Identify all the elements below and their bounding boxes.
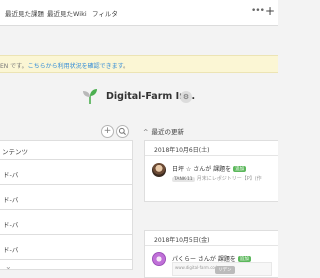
sprout-logo-icon [83,89,97,104]
search-glyph [118,127,126,135]
gear-icon[interactable]: ⚙ [180,91,192,103]
activity-detail[interactable]: TANK-11 月末にレポジトリー【P】(作 [172,175,262,182]
notice-suffix: 。 [123,63,130,70]
activity-user-line: 日坪 ☆ さんが 課題を [172,166,232,173]
activity-card: 2018年10月6日(土) 日坪 ☆ さんが 課題を 追加 TANK-11 月末にレ… [144,140,278,202]
notice-text: EN です。こちらから利用状況を確認できます。 [0,61,129,70]
issue-key-tag: TANK-11 [172,177,195,182]
activity-detail-text: 月末にレポジトリー【P】(作 [196,176,262,182]
plus-icon[interactable]: + [265,4,275,18]
recent-updates-title[interactable]: ^ 最近の更新 [143,126,184,136]
more-dots-icon[interactable]: ••• [251,6,265,16]
notice-prefix: EN です。 [0,63,28,70]
avatar[interactable] [152,163,166,177]
activity-date: 2018年10月6日(土) [145,141,278,156]
content-panel: ンテンツ ド-バ ド-バ ド-バ ド-バ [0,140,133,270]
tab-recent-wiki[interactable]: 最近見たWiki [47,8,87,18]
top-nav: 最近見た課題 最近見たWiki フィルタ ••• + [0,0,278,26]
attachment-thumbnail[interactable]: www.digital-farm.co.jp リデン [172,262,272,276]
search-icon[interactable] [116,125,129,138]
usage-status-link[interactable]: こちらから利用状況を確認できます [28,63,123,70]
chevron-up-icon: ^ [143,128,149,136]
thumbnail-text: www.digital-farm.co.jp [175,265,220,270]
activity-summary: 日坪 ☆ さんが 課題を 追加 [172,164,247,173]
avatar[interactable] [152,252,166,266]
list-item-label: ド-バ [3,196,19,204]
list-item-label: ド-バ [3,246,19,254]
content-panel-header: ンテンツ [0,141,132,160]
list-item[interactable]: ド-バ [0,160,132,185]
list-item[interactable]: ド-バ [0,210,132,235]
thumbnail-button: リデン [215,266,235,274]
list-item-label: ド-バ [3,171,19,179]
recent-updates-label: 最近の更新 [151,128,184,136]
activity-card: 2018年10月5日(金) パくらー さんが 課題を 追加 www.digital… [144,230,278,278]
tab-recent-issues[interactable]: 最近見た課題 [5,8,44,18]
list-item-label: ド-バ [3,221,19,229]
list-item[interactable]: ド-バ [0,235,132,260]
status-badge: 追加 [233,166,247,172]
plus-circle-icon[interactable]: + [101,125,114,138]
chevron-down-icon[interactable]: ⌄ [5,262,12,271]
notice-banner: EN です。こちらから利用状況を確認できます。 [0,55,278,73]
list-item[interactable]: ド-バ [0,185,132,210]
tab-filter[interactable]: フィルタ [92,8,118,18]
activity-date: 2018年10月5日(金) [145,231,278,246]
